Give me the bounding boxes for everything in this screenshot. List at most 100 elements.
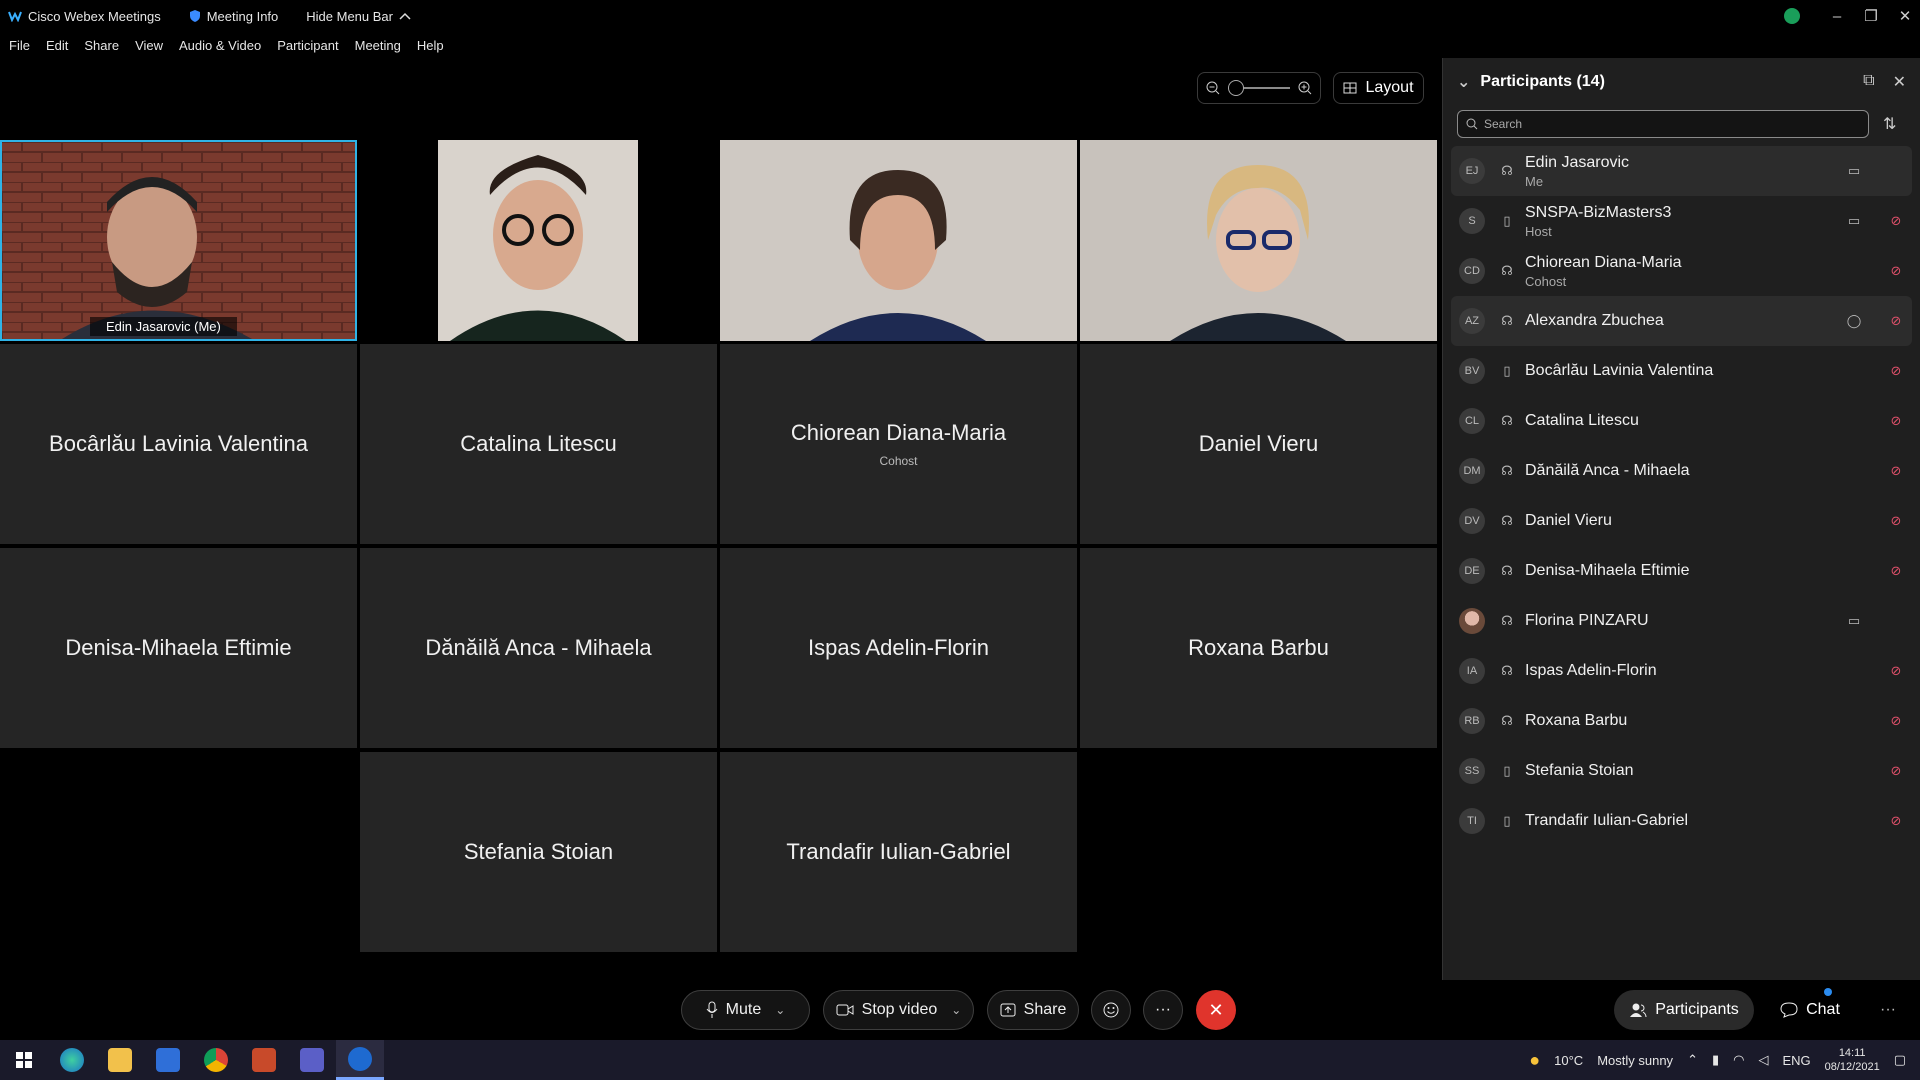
pop-out-icon[interactable]: ⧉ [1863, 72, 1874, 92]
participant-row[interactable]: TI ▯ Trandafir Iulian-Gabriel ⊘ [1451, 796, 1912, 846]
menu-meeting[interactable]: Meeting [355, 38, 401, 53]
participant-tile[interactable]: Chiorean Diana-Maria Cohost [720, 344, 1077, 544]
sort-icon[interactable]: ⇅ [1883, 114, 1896, 134]
close-panel-icon[interactable]: ✕ [1893, 72, 1906, 92]
zoom-out-icon[interactable] [1206, 81, 1220, 95]
video-tile-3[interactable] [720, 140, 1077, 341]
participant-row[interactable]: BV ▯ Bocârlău Lavinia Valentina ⊘ [1451, 346, 1912, 396]
participant-tile[interactable]: Daniel Vieru [1080, 344, 1437, 544]
mic-muted-icon[interactable]: ⊘ [1886, 213, 1906, 229]
minimize-button[interactable]: – [1822, 8, 1852, 25]
participant-row[interactable]: DM ☊ Dănăilă Anca - Mihaela ⊘ [1451, 446, 1912, 496]
zoom-slider[interactable] [1228, 80, 1290, 96]
headset-icon: ☊ [1501, 263, 1513, 278]
participant-row[interactable]: ☊ Florina PINZARU ▭ [1451, 596, 1912, 646]
stop-video-button[interactable]: Stop video ⌄ [823, 990, 974, 1030]
chat-bubble-icon[interactable]: ◯ [1844, 313, 1864, 329]
language-indicator[interactable]: ENG [1782, 1053, 1810, 1068]
mic-muted-icon[interactable]: ⊘ [1886, 813, 1906, 829]
weather-sun-icon[interactable]: ● [1529, 1050, 1540, 1071]
share-button[interactable]: Share [987, 990, 1079, 1030]
mic-muted-icon[interactable]: ⊘ [1886, 513, 1906, 529]
mic-muted-icon[interactable]: ⊘ [1886, 763, 1906, 779]
video-camera-icon[interactable]: ▭ [1844, 613, 1864, 629]
mute-button[interactable]: Mute ⌄ [681, 990, 810, 1030]
mic-muted-icon[interactable]: ⊘ [1886, 413, 1906, 429]
participant-tile[interactable]: Catalina Litescu [360, 344, 717, 544]
notifications-icon[interactable]: ▢ [1894, 1052, 1906, 1068]
mic-muted-icon[interactable]: ⊘ [1886, 713, 1906, 729]
chat-toggle-button[interactable]: Chat [1770, 988, 1850, 1030]
hide-menu-bar-button[interactable]: Hide Menu Bar [306, 9, 411, 24]
maximize-button[interactable]: ❐ [1856, 7, 1886, 25]
participant-search-input[interactable]: Search [1457, 110, 1869, 138]
menu-audio-video[interactable]: Audio & Video [179, 38, 261, 53]
video-camera-icon [836, 1004, 854, 1016]
participant-row[interactable]: RB ☊ Roxana Barbu ⊘ [1451, 696, 1912, 746]
participant-row[interactable]: CL ☊ Catalina Litescu ⊘ [1451, 396, 1912, 446]
zoom-slider-knob[interactable] [1228, 80, 1244, 96]
close-window-button[interactable]: ✕ [1890, 7, 1920, 25]
participant-tile[interactable]: Dănăilă Anca - Mihaela [360, 548, 717, 748]
mic-muted-icon[interactable]: ⊘ [1886, 363, 1906, 379]
volume-icon[interactable]: ◁ [1758, 1052, 1768, 1068]
wifi-icon[interactable]: ◠ [1733, 1052, 1744, 1068]
clock[interactable]: 14:11 08/12/2021 [1825, 1046, 1880, 1074]
taskbar-file-explorer-icon[interactable] [96, 1040, 144, 1080]
start-button[interactable] [0, 1040, 48, 1080]
clock-date: 08/12/2021 [1824, 1061, 1880, 1073]
taskbar-edge-icon[interactable] [48, 1040, 96, 1080]
participant-row[interactable]: DV ☊ Daniel Vieru ⊘ [1451, 496, 1912, 546]
panel-more-button[interactable]: ··· [1868, 990, 1908, 1030]
menu-file[interactable]: File [9, 38, 30, 53]
self-video-tile[interactable]: Edin Jasarovic (Me) [0, 140, 357, 341]
microphone-tray-icon[interactable]: ▮ [1712, 1052, 1719, 1068]
taskbar-chrome-icon[interactable] [192, 1040, 240, 1080]
menu-edit[interactable]: Edit [46, 38, 68, 53]
reactions-button[interactable] [1091, 990, 1131, 1030]
mic-muted-icon[interactable]: ⊘ [1886, 463, 1906, 479]
mic-muted-icon[interactable]: ⊘ [1886, 313, 1906, 329]
zoom-in-icon[interactable] [1298, 81, 1312, 95]
participant-row[interactable]: IA ☊ Ispas Adelin-Florin ⊘ [1451, 646, 1912, 696]
menu-share[interactable]: Share [84, 38, 119, 53]
participant-tile[interactable]: Denisa-Mihaela Eftimie [0, 548, 357, 748]
participant-row[interactable]: S ▯ SNSPA-BizMasters3 Host ▭ ⊘ [1451, 196, 1912, 246]
tray-chevron-up-icon[interactable]: ⌃ [1687, 1052, 1698, 1068]
menu-view[interactable]: View [135, 38, 163, 53]
participant-row[interactable]: EJ ☊ Edin Jasarovic Me ▭ [1451, 146, 1912, 196]
video-camera-icon[interactable]: ▭ [1844, 163, 1864, 179]
participant-row[interactable]: SS ▯ Stefania Stoian ⊘ [1451, 746, 1912, 796]
video-tile-4[interactable] [1080, 140, 1437, 341]
participant-tile[interactable]: Bocârlău Lavinia Valentina [0, 344, 357, 544]
menu-participant[interactable]: Participant [277, 38, 338, 53]
os-taskbar: ● 10°C Mostly sunny ⌃ ▮ ◠ ◁ ENG 14:11 08… [0, 1040, 1920, 1080]
participant-tile[interactable]: Ispas Adelin-Florin [720, 548, 1077, 748]
meeting-info-button[interactable]: Meeting Info [189, 9, 278, 24]
end-call-button[interactable]: ✕ [1196, 990, 1236, 1030]
layout-button[interactable]: Layout [1333, 72, 1424, 104]
participant-tile[interactable]: Roxana Barbu [1080, 548, 1437, 748]
chevron-down-icon[interactable]: ⌄ [951, 1003, 961, 1017]
video-camera-icon[interactable]: ▭ [1844, 213, 1864, 229]
user-status-icon[interactable] [1784, 8, 1800, 24]
participant-tile[interactable]: Stefania Stoian [360, 752, 717, 952]
taskbar-store-icon[interactable] [144, 1040, 192, 1080]
menu-help[interactable]: Help [417, 38, 444, 53]
participants-toggle-button[interactable]: Participants [1614, 990, 1754, 1030]
mic-muted-icon[interactable]: ⊘ [1886, 663, 1906, 679]
mic-muted-icon[interactable]: ⊘ [1886, 563, 1906, 579]
phone-icon: ▯ [1503, 363, 1511, 378]
taskbar-teams-icon[interactable] [288, 1040, 336, 1080]
more-options-button[interactable]: ··· [1143, 990, 1183, 1030]
participant-row[interactable]: CD ☊ Chiorean Diana-Maria Cohost ⊘ [1451, 246, 1912, 296]
chevron-down-icon[interactable]: ⌄ [775, 1003, 785, 1017]
participant-tile[interactable]: Trandafir Iulian-Gabriel [720, 752, 1077, 952]
mic-muted-icon[interactable]: ⊘ [1886, 263, 1906, 279]
video-tile-2[interactable] [360, 140, 717, 341]
participant-row[interactable]: AZ ☊ Alexandra Zbuchea ◯ ⊘ [1451, 296, 1912, 346]
collapse-chevron-icon[interactable]: ⌄ [1457, 72, 1470, 92]
taskbar-powerpoint-icon[interactable] [240, 1040, 288, 1080]
taskbar-webex-icon[interactable] [336, 1040, 384, 1080]
participant-row[interactable]: DE ☊ Denisa-Mihaela Eftimie ⊘ [1451, 546, 1912, 596]
